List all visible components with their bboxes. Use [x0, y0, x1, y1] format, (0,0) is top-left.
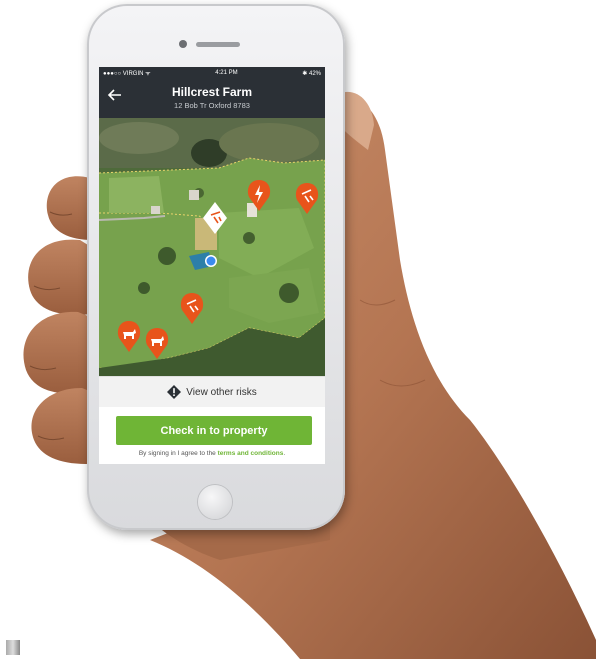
terms-prefix: By signing in I agree to the — [138, 450, 218, 457]
check-in-button[interactable]: Check in to property — [116, 416, 312, 445]
view-other-risks-label: View other risks — [186, 386, 257, 398]
battery-indicator: ✱ 42% — [302, 70, 321, 77]
warning-diamond-icon — [167, 385, 182, 399]
corner-graphic — [6, 640, 20, 655]
user-location-dot — [206, 256, 216, 266]
terms-suffix: . — [283, 450, 286, 457]
app-header: Hillcrest Farm 12 Bob Tr Oxford 8783 — [99, 79, 325, 118]
page-title: Hillcrest Farm — [171, 85, 253, 99]
clock: 4:21 PM — [215, 70, 238, 76]
home-button[interactable] — [198, 485, 232, 519]
speaker-grille — [196, 42, 240, 47]
phone-screen: ●●●○○ VIRGIN ᯤ 4:21 PM ✱ 42% Hillcrest F… — [99, 67, 325, 464]
property-address: 12 Bob Tr Oxford 8783 — [174, 101, 250, 110]
view-other-risks-bar[interactable]: View other risks — [99, 376, 325, 407]
camera-icon — [179, 40, 187, 48]
photo-scene: ●●●○○ VIRGIN ᯤ 4:21 PM ✱ 42% Hillcrest F… — [0, 0, 596, 659]
terms-notice: By signing in I agree to the terms and c… — [99, 450, 325, 457]
terms-link[interactable]: terms and conditions — [218, 450, 284, 457]
carrier-signal: ●●●○○ VIRGIN ᯤ — [103, 71, 151, 77]
property-map[interactable] — [99, 118, 325, 376]
status-bar: ●●●○○ VIRGIN ᯤ 4:21 PM ✱ 42% — [99, 67, 325, 79]
